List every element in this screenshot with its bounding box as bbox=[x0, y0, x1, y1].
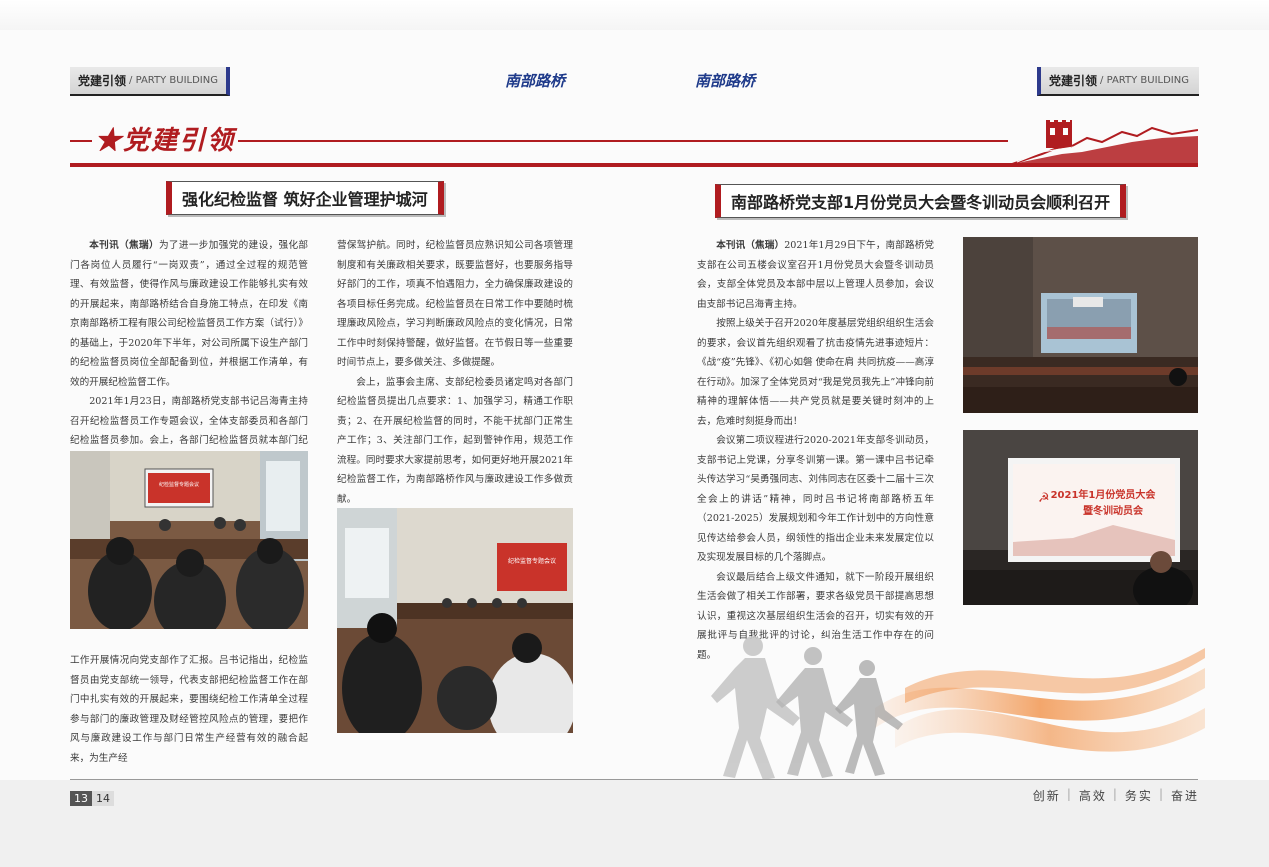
header-tab-right: 党建引领 / PARTY BUILDING bbox=[1037, 67, 1199, 96]
paragraph: 按照上级关于召开2020年度基层党组织组织生活会的要求，会议首先组织观看了抗击疫… bbox=[697, 318, 934, 427]
paragraph: 会议第二项议程进行2020-2021年支部冬训动员，支部书记上党课，分享冬训第一… bbox=[697, 435, 934, 563]
screen-text: 纪检监督专题会议 bbox=[508, 557, 556, 565]
paragraph: 本刊讯（焦瑞）为了进一步加强党的建设，强化部门各岗位人员履行“一岗双责”，通过全… bbox=[70, 236, 308, 392]
header-tab-left-cn: 党建引领 bbox=[78, 74, 127, 88]
header-tab-left-en: / PARTY BUILDING bbox=[129, 75, 218, 86]
page-number-right: 14 bbox=[92, 791, 114, 806]
left-article-title: 强化纪检监督 筑好企业管理护城河 bbox=[166, 181, 444, 215]
paper-top-edge bbox=[0, 0, 1269, 30]
slogan-word: 奋进 bbox=[1170, 789, 1199, 803]
great-wall-icon bbox=[1012, 120, 1198, 165]
left-article-col1-cont: 工作开展情况向党支部作了汇报。吕书记指出，纪检监督员由党支部统一领导，代表支部把… bbox=[70, 651, 308, 768]
paragraph: 本刊讯（焦瑞）2021年1月29日下午，南部路桥党支部在公司五楼会议室召开1月份… bbox=[697, 236, 934, 314]
meeting-photo-right-bottom: ☭ 2021年1月份党员大会 暨冬训动员会 bbox=[963, 430, 1198, 605]
right-article-body: 本刊讯（焦瑞）2021年1月29日下午，南部路桥党支部在公司五楼会议室召开1月份… bbox=[697, 236, 934, 665]
meeting-photo-middle: 纪检监督专题会议 bbox=[337, 508, 573, 733]
magazine-name-right: 南部路桥 bbox=[695, 72, 756, 90]
paragraph: 营保驾护航。同时，纪检监督员应熟识知公司各项管理制度和有关廉政相关要求，既要监督… bbox=[337, 240, 573, 368]
left-article-col2: 营保驾护航。同时，纪检监督员应熟识知公司各项管理制度和有关廉政相关要求，既要监督… bbox=[337, 236, 573, 509]
page-number-left: 13 bbox=[70, 791, 92, 806]
meeting-photo-right-top bbox=[963, 237, 1198, 413]
slogan-separator: | bbox=[1066, 787, 1073, 801]
screen-text: 纪检监督专题会议 bbox=[159, 481, 199, 488]
left-article-col1: 本刊讯（焦瑞）为了进一步加强党的建设，强化部门各岗位人员履行“一岗双责”，通过全… bbox=[70, 236, 308, 470]
svg-text:☭: ☭ bbox=[1038, 491, 1050, 506]
slogan-word: 创新 bbox=[1032, 789, 1061, 803]
slogan-word: 务实 bbox=[1124, 789, 1153, 803]
slogan-word: 高效 bbox=[1078, 789, 1107, 803]
magazine-name-left: 南部路桥 bbox=[505, 72, 566, 90]
footer-slogan: 创新 | 高效 | 务实 | 奋进 bbox=[1033, 787, 1199, 804]
meeting-photo-left: 纪检监督专题会议 bbox=[70, 451, 308, 629]
byline: 本刊讯（焦瑞） bbox=[89, 240, 159, 251]
header-tab-right-cn: 党建引领 bbox=[1049, 74, 1098, 88]
page-numbers: 13 14 bbox=[70, 791, 114, 806]
magazine-spread: 党建引领 / PARTY BUILDING 南部路桥 南部路桥 党建引领 / P… bbox=[0, 0, 1269, 867]
byline: 本刊讯（焦瑞） bbox=[716, 240, 785, 251]
right-article-title: 南部路桥党支部1月份党员大会暨冬训动员会顺利召开 bbox=[715, 184, 1127, 218]
section-rule-short bbox=[70, 140, 92, 142]
slogan-separator: | bbox=[1112, 787, 1119, 801]
section-title: ★党建引领 bbox=[95, 126, 236, 156]
screen-title-2: 暨冬训动员会 bbox=[1083, 504, 1143, 517]
section-rule-long bbox=[238, 140, 1008, 142]
header-tab-right-en: / PARTY BUILDING bbox=[1100, 75, 1189, 86]
screen-title-1: 2021年1月份党员大会 bbox=[1051, 488, 1156, 501]
header-tab-left: 党建引领 / PARTY BUILDING bbox=[70, 67, 230, 96]
paragraph: 会上，监事会主席、支部纪检委员诸定鸣对各部门纪检监督员提出几点要求：1、加强学习… bbox=[337, 376, 573, 505]
paragraph: 工作开展情况向党支部作了汇报。吕书记指出，纪检监督员由党支部统一领导，代表支部把… bbox=[70, 655, 308, 764]
paragraph-text: 为了进一步加强党的建设，强化部门各岗位人员履行“一岗双责”，通过全过程的规范管理… bbox=[70, 240, 309, 388]
runners-decoration bbox=[711, 636, 1205, 780]
slogan-separator: | bbox=[1158, 787, 1165, 801]
footer-rule bbox=[70, 779, 1198, 780]
